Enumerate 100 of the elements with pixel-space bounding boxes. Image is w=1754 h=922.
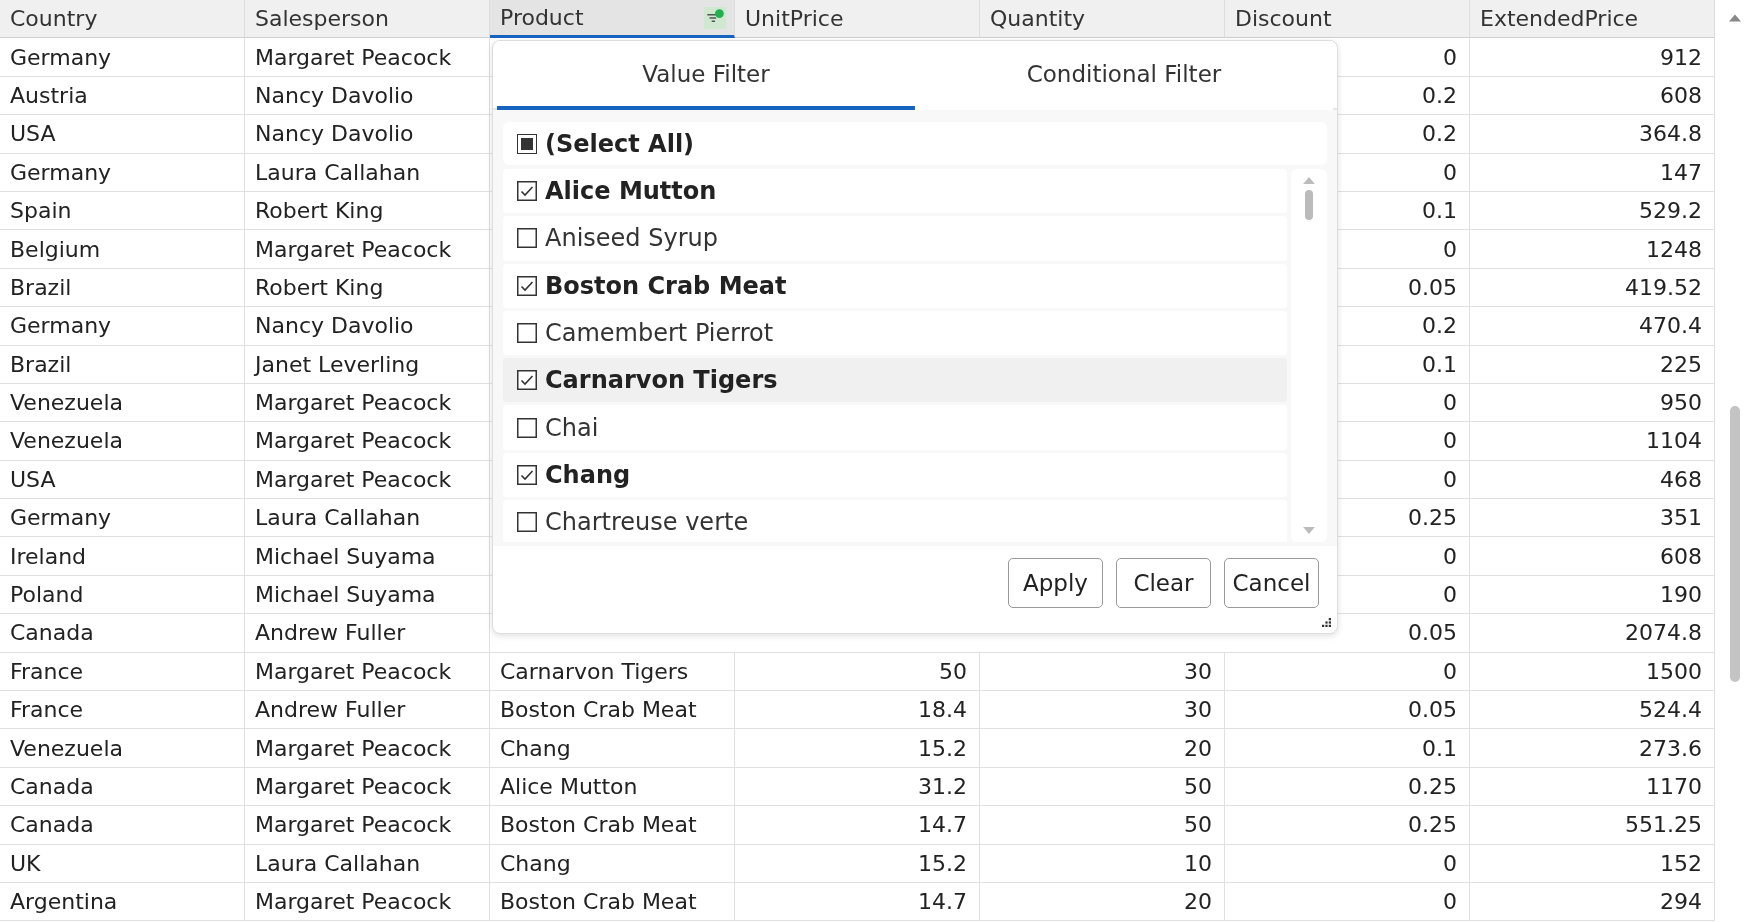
filter-tab[interactable]: Conditional Filter xyxy=(915,41,1333,110)
table-cell: 0 xyxy=(1225,883,1470,922)
dialog-button[interactable]: Apply xyxy=(1008,558,1103,608)
filter-tab[interactable]: Value Filter xyxy=(497,41,915,110)
table-cell: 0.05 xyxy=(1225,691,1470,730)
column-header[interactable]: UnitPrice xyxy=(735,0,980,39)
table-cell: Boston Crab Meat xyxy=(490,806,735,845)
table-cell: Nancy Davolio xyxy=(245,307,490,346)
table-cell: Germany xyxy=(0,153,245,192)
table-cell: Margaret Peacock xyxy=(245,883,490,922)
table-cell: 18.4 xyxy=(735,691,980,730)
checkbox[interactable] xyxy=(517,512,537,533)
column-header[interactable]: Discount xyxy=(1225,0,1470,39)
dialog-button[interactable]: Clear xyxy=(1116,558,1211,608)
select-all-row[interactable]: (Select All) xyxy=(503,122,1327,165)
column-header[interactable]: Quantity xyxy=(980,0,1225,39)
item-label: Camembert Pierrot xyxy=(545,319,774,348)
table-cell: Venezuela xyxy=(0,422,245,461)
list-item[interactable]: Camembert Pierrot xyxy=(503,310,1287,356)
scroll-thumb[interactable] xyxy=(1729,406,1740,682)
scroll-thumb[interactable] xyxy=(1305,190,1313,220)
checkbox[interactable] xyxy=(517,133,537,154)
table-cell: 15.2 xyxy=(735,844,980,883)
filter-icon[interactable] xyxy=(704,6,726,29)
table-cell: Margaret Peacock xyxy=(245,460,490,500)
table-cell: 30 xyxy=(980,691,1225,730)
list-item[interactable]: Boston Crab Meat xyxy=(503,263,1287,308)
table-cell: Canada xyxy=(0,767,245,807)
table-cell: Chang xyxy=(490,844,735,883)
table-cell: Brazil xyxy=(0,268,245,308)
table-cell: 50 xyxy=(980,806,1225,845)
table-cell: Canada xyxy=(0,614,245,653)
list-item[interactable]: Chang xyxy=(503,452,1287,498)
table-cell: Michael Suyama xyxy=(245,537,490,576)
checkbox[interactable] xyxy=(517,370,537,391)
table-cell: France xyxy=(0,691,245,730)
table-cell: Ireland xyxy=(0,537,245,576)
list-item[interactable]: Alice Mutton xyxy=(503,169,1287,214)
table-cell: Laura Callahan xyxy=(245,499,490,538)
table-cell: 14.7 xyxy=(735,883,980,922)
item-label: (Select All) xyxy=(545,129,695,158)
table-cell: Germany xyxy=(0,38,245,77)
table-cell: 20 xyxy=(980,883,1225,922)
table-cell: 0.25 xyxy=(1225,806,1470,845)
table-cell: Canada xyxy=(0,806,245,845)
checkbox[interactable] xyxy=(517,181,537,202)
list-item[interactable]: Carnarvon Tigers xyxy=(503,358,1287,403)
table-cell: Margaret Peacock xyxy=(245,422,490,461)
table-cell: Margaret Peacock xyxy=(245,729,490,768)
checkbox[interactable] xyxy=(517,323,537,344)
table-cell: Laura Callahan xyxy=(245,153,490,192)
checkbox[interactable] xyxy=(517,275,537,296)
list-scrollbar[interactable] xyxy=(1291,169,1327,542)
item-label: Aniseed Syrup xyxy=(545,224,718,253)
list-item[interactable]: Aniseed Syrup xyxy=(503,216,1287,261)
table-cell: 10 xyxy=(980,844,1225,883)
item-label: Chai xyxy=(545,413,599,442)
table-cell: Alice Mutton xyxy=(490,767,735,807)
table-cell: France xyxy=(0,652,245,692)
checkbox[interactable] xyxy=(517,228,537,249)
table-cell: UK xyxy=(0,844,245,883)
list-item[interactable]: Chartreuse verte xyxy=(503,500,1287,542)
item-label: Chang xyxy=(545,460,631,489)
dialog-button[interactable]: Cancel xyxy=(1224,558,1319,608)
table-cell: Margaret Peacock xyxy=(245,230,490,269)
table-cell: Boston Crab Meat xyxy=(490,883,735,922)
table-cell: 50 xyxy=(735,652,980,692)
table-cell: Poland xyxy=(0,575,245,615)
column-header[interactable]: Country xyxy=(0,0,245,39)
table-cell: Margaret Peacock xyxy=(245,806,490,845)
table-cell: 0 xyxy=(1225,652,1470,692)
list-item[interactable]: Chai xyxy=(503,405,1287,450)
table-cell: Laura Callahan xyxy=(245,844,490,883)
table-cell: Venezuela xyxy=(0,383,245,423)
table-cell: Nancy Davolio xyxy=(245,76,490,116)
table-cell: Germany xyxy=(0,499,245,538)
table-cell: Chang xyxy=(490,729,735,768)
column-header[interactable]: ExtendedPrice xyxy=(1470,0,1715,39)
checkbox[interactable] xyxy=(517,464,537,485)
table-cell: Austria xyxy=(0,76,245,116)
table-cell: 31.2 xyxy=(735,767,980,807)
table-cell: 15.2 xyxy=(735,729,980,768)
table-cell: Venezuela xyxy=(0,729,245,768)
table-cell: Robert King xyxy=(245,191,490,231)
column-header[interactable]: Salesperson xyxy=(245,0,490,39)
table-cell: Margaret Peacock xyxy=(245,652,490,692)
table-cell: USA xyxy=(0,115,245,154)
table-cell: Germany xyxy=(0,307,245,346)
scroll-up-icon[interactable] xyxy=(1728,14,1741,22)
table-cell: Carnarvon Tigers xyxy=(490,652,735,692)
resize-grip-icon[interactable] xyxy=(1322,618,1331,627)
table-cell: Margaret Peacock xyxy=(245,767,490,807)
checkbox[interactable] xyxy=(517,417,537,438)
table-cell: 0.1 xyxy=(1225,729,1470,768)
table-cell: 30 xyxy=(980,652,1225,692)
table-cell: 20 xyxy=(980,729,1225,768)
item-label: Carnarvon Tigers xyxy=(545,366,778,395)
column-header[interactable]: Product xyxy=(490,0,735,39)
table-cell: 50 xyxy=(980,767,1225,807)
table-cell: Spain xyxy=(0,191,245,231)
